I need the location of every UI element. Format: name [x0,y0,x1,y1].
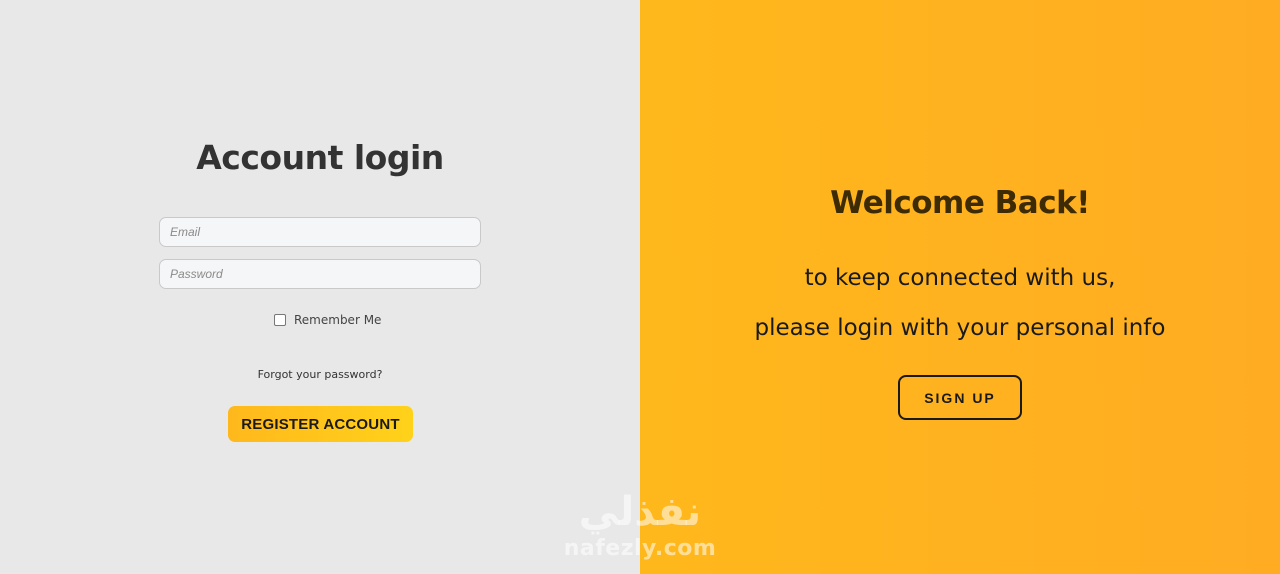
forgot-password-link[interactable]: Forgot your password? [0,368,640,381]
welcome-title: Welcome Back! [830,185,1090,221]
remember-me-checkbox[interactable] [274,314,286,326]
welcome-message-line-2: please login with your personal info [754,315,1166,341]
register-account-button[interactable]: REGISTER ACCOUNT [228,406,413,442]
password-field[interactable] [159,259,481,289]
remember-me-label: Remember Me [294,313,382,327]
login-title: Account login [196,138,444,177]
remember-me-row[interactable]: Remember Me [274,312,381,328]
email-field[interactable] [159,217,481,247]
sign-up-button[interactable]: SIGN UP [898,375,1022,420]
welcome-message-line-1: to keep connected with us, [804,265,1116,291]
